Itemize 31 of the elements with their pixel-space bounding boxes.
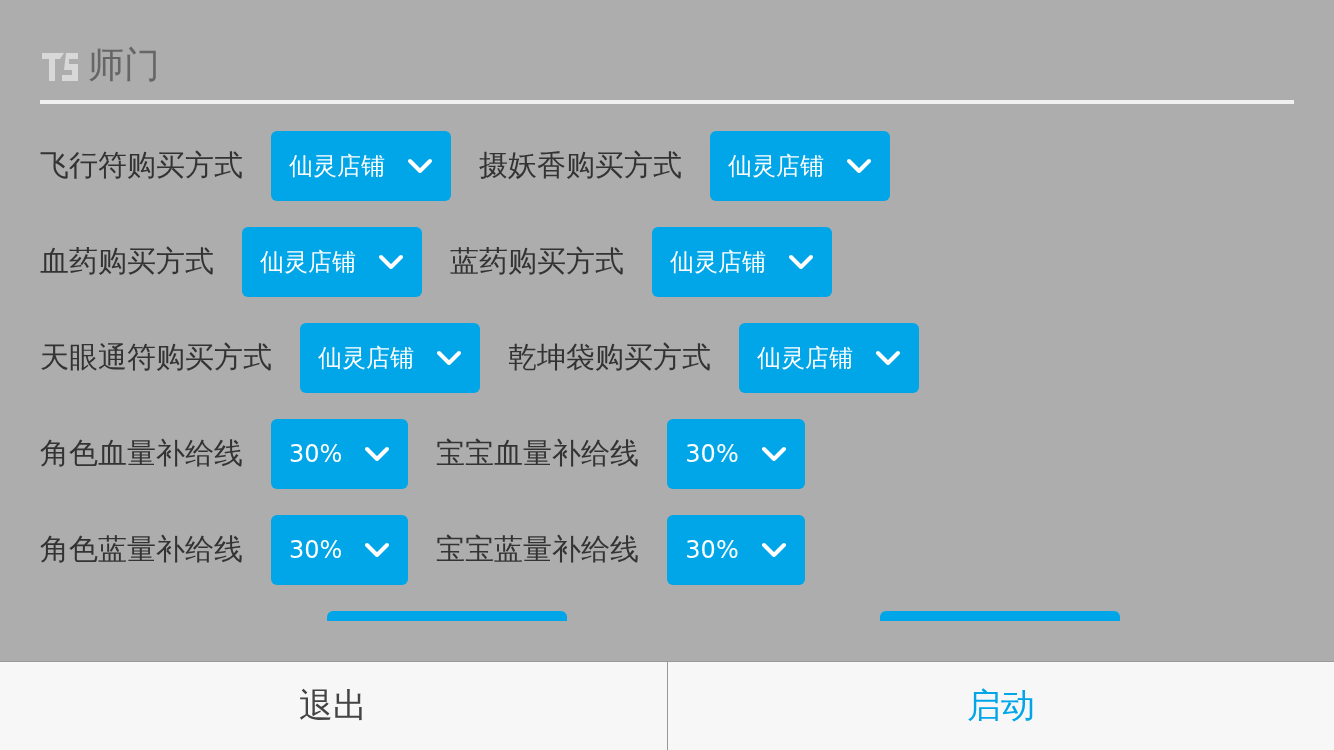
setting-label: 乾坤袋购买方式: [508, 338, 711, 376]
dropdown[interactable]: 30%: [271, 514, 409, 585]
dropdown[interactable]: 仙灵店铺: [652, 226, 832, 297]
setting-label: 飞行符购买方式: [40, 146, 243, 184]
chevron-down-icon: [760, 445, 787, 462]
dropdown[interactable]: 仙灵店铺: [300, 322, 480, 393]
setting-label: 角色蓝量补给线: [40, 530, 243, 568]
chevron-down-icon: [407, 157, 433, 174]
chevron-down-icon: [436, 349, 462, 366]
dropdown[interactable]: 30%: [667, 418, 805, 489]
dropdown[interactable]: 仙灵店铺: [242, 226, 422, 297]
setting-label: 蓝药购买方式: [450, 242, 624, 280]
setting-label: 角色血量补给线: [40, 434, 243, 472]
chevron-down-icon: [364, 541, 391, 558]
dropdown[interactable]: 30%: [667, 514, 805, 585]
chevron-down-icon: [760, 541, 787, 558]
section-title: 师门: [88, 43, 160, 88]
dropdown[interactable]: 仙灵店铺: [739, 322, 919, 393]
chevron-down-icon: [875, 349, 901, 366]
setting-label: 宝宝血量补给线: [436, 434, 640, 472]
dropdown[interactable]: 仙灵店铺: [710, 130, 890, 201]
dropdown[interactable]: 仙灵店铺: [271, 130, 451, 201]
chevron-down-icon: [788, 253, 814, 270]
dropdown[interactable]: 30%: [271, 418, 409, 489]
setting-label: 天眼通符购买方式: [40, 338, 272, 376]
setting-label: 宝宝蓝量补给线: [436, 530, 640, 568]
chevron-down-icon: [378, 253, 404, 270]
chevron-down-icon: [846, 157, 872, 174]
setting-label: 摄妖香购买方式: [479, 146, 682, 184]
setting-label: 血药购买方式: [40, 242, 214, 280]
chevron-down-icon: [364, 445, 391, 462]
